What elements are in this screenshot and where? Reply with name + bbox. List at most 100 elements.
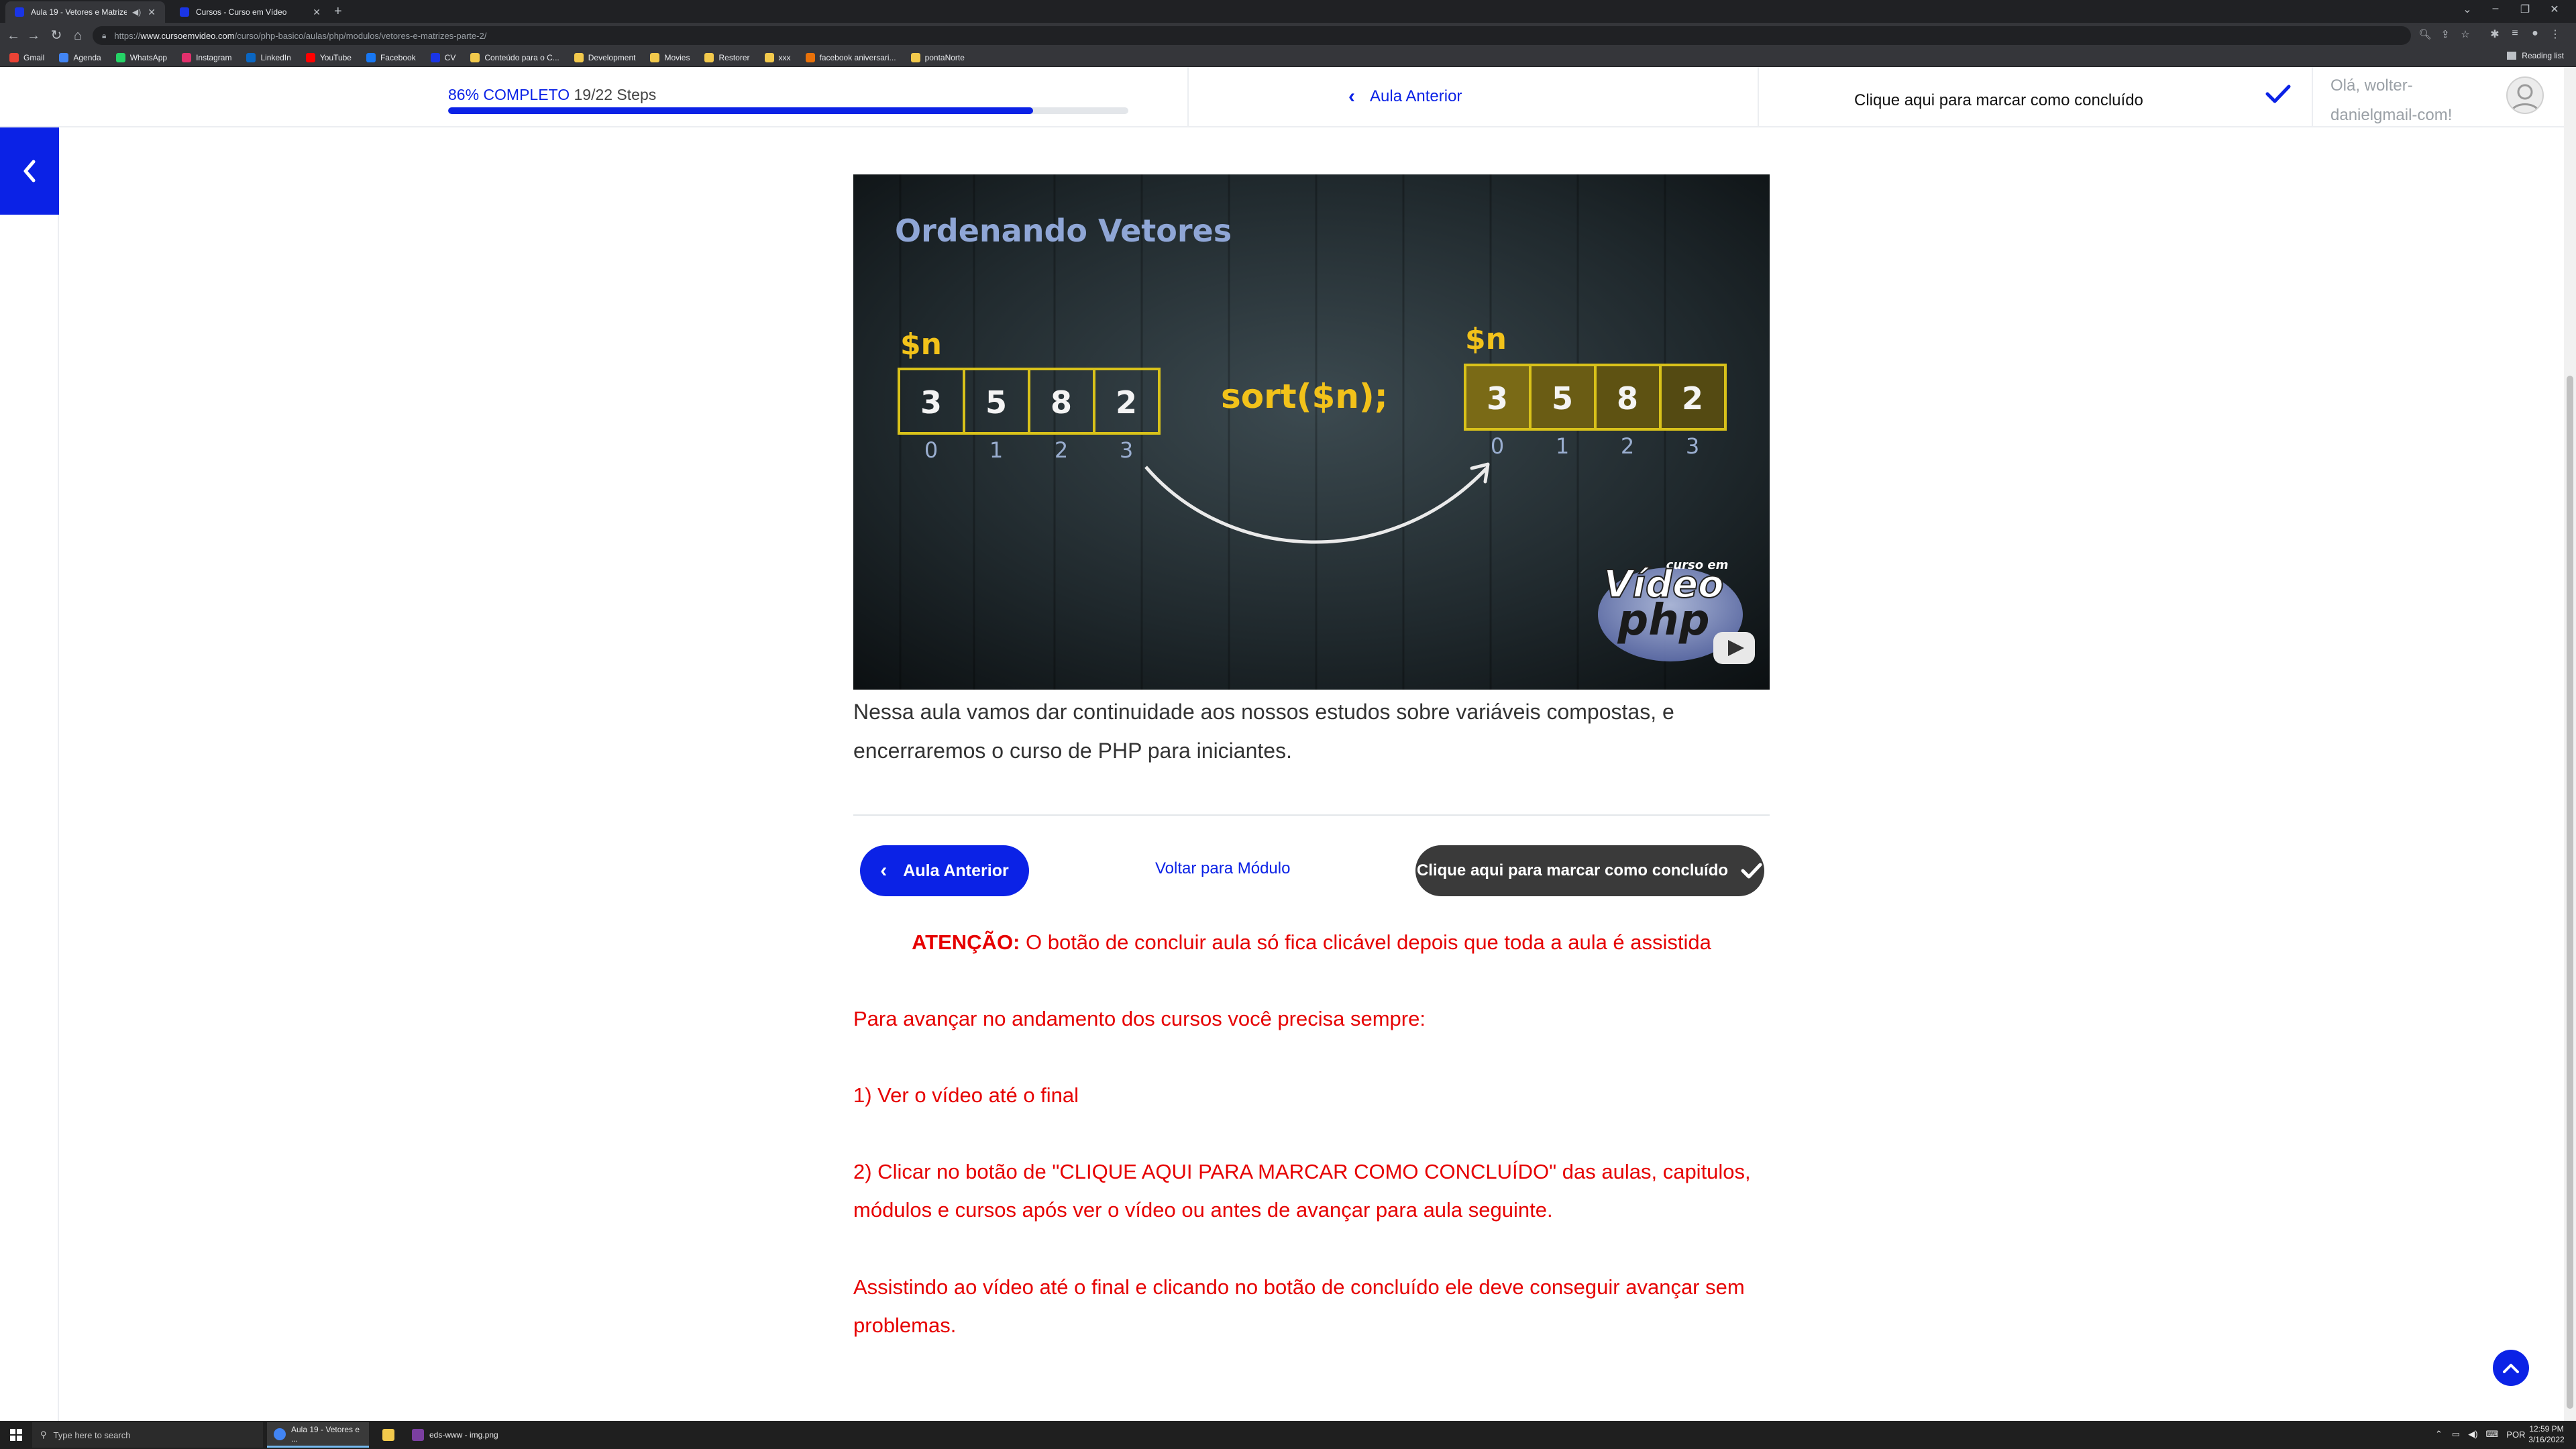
bookmark-item[interactable]: Restorer [704,52,750,62]
bookmark-label: Gmail [23,52,45,62]
bookmark-item[interactable]: Agenda [59,52,101,62]
sidebar-edge [58,127,59,1421]
bookmark-icon [805,52,815,62]
bookmark-label: Facebook [380,52,416,62]
bookmark-item[interactable]: CV [430,52,456,62]
bookmark-label: Movies [664,52,690,62]
user-greeting: Olá, wolter- danielgmail-com! [2330,76,2453,124]
profile-icon[interactable]: ● [2526,28,2544,40]
share-icon[interactable]: ⇪ [2438,28,2453,40]
attention-notice: ATENÇÃO: O botão de concluir aula só fic… [912,930,1711,954]
progress-bar-fill [448,107,1034,114]
bookmark-item[interactable]: Movies [650,52,690,62]
speaker-icon[interactable]: ◀) [132,7,141,17]
video-var-left: $n [900,327,942,362]
video-right-index: 2 [1621,433,1634,459]
sidebar-toggle-button[interactable] [0,127,59,215]
browser-tab[interactable]: Cursos - Curso em Vídeo ✕ [170,1,330,23]
video-var-right: $n [1465,322,1507,356]
chevron-left-icon: ‹ [880,859,888,881]
video-right-value: 2 [1682,380,1703,417]
menu-icon[interactable]: ⋮ [2546,28,2564,41]
video-left-value: 3 [920,384,942,421]
chrome-icon [274,1428,286,1440]
check-icon [1741,863,1762,879]
bookmark-item[interactable]: Conteúdo para o C... [470,52,559,62]
bookmark-label: YouTube [319,52,352,62]
chevron-left-icon: ‹ [1348,85,1355,107]
check-icon[interactable] [2265,83,2292,108]
bookmark-item[interactable]: Facebook [366,52,416,62]
bookmark-label: Restorer [718,52,750,62]
volume-icon[interactable]: ◀) [2468,1429,2477,1440]
bookmark-item[interactable]: facebook aniversari... [805,52,896,62]
progress-percent: 86% COMPLETO [448,86,570,103]
bookmark-item[interactable]: Instagram [182,52,231,62]
bookmark-icon [574,52,584,62]
window-close-button[interactable]: ✕ [2541,3,2568,16]
back-to-top-button[interactable] [2493,1350,2529,1386]
bookmark-item[interactable]: YouTube [305,52,352,62]
extensions-icon[interactable]: ✱ [2486,28,2504,41]
language-indicator[interactable]: POR [2506,1430,2525,1440]
close-tab-icon[interactable]: ✕ [313,7,321,18]
address-bar[interactable]: 🔒︎ https://www.cursoemvideo.com/curso/ph… [93,26,2411,45]
close-tab-icon[interactable]: ✕ [148,7,156,18]
back-icon[interactable]: ← [5,28,21,44]
instruction-step-1: 1) Ver o vídeo até o final [853,1083,1079,1107]
reading-list-button[interactable]: Reading list [2507,51,2564,60]
video-left-value: 5 [985,384,1007,421]
minimize-button[interactable]: – [2482,3,2509,15]
taskbar-app-explorer[interactable] [376,1422,402,1448]
windows-start-button[interactable] [0,1421,32,1449]
bookmark-label: CV [444,52,456,62]
taskbar-search-input[interactable]: ⚲ Type here to search [32,1422,263,1448]
scrollbar-thumb[interactable] [2567,376,2573,1409]
header-previous-lesson-link[interactable]: ‹ Aula Anterior [1348,85,1462,107]
browser-tab-active[interactable]: Aula 19 - Vetores e Matrizes ◀) ✕ [5,1,165,23]
bookmark-item[interactable]: Development [574,52,635,62]
bookmark-item[interactable]: LinkedIn [246,52,291,62]
new-tab-button[interactable]: + [334,4,342,19]
header-divider [2312,67,2313,127]
bookmark-icon [182,52,192,62]
chevron-up-icon [2503,1364,2519,1373]
image-viewer-icon [412,1429,424,1441]
mark-complete-button[interactable]: Clique aqui para marcar como concluído [1415,845,1764,896]
restore-button[interactable]: ❐ [2512,3,2538,16]
network-icon[interactable]: ▭ [2452,1429,2460,1440]
zoom-icon[interactable]: 🔍︎ [2418,28,2432,40]
home-icon[interactable]: ⌂ [70,28,86,44]
header-mark-complete-link[interactable]: Clique aqui para marcar como concluído [1854,91,2143,110]
taskbar-app-image-viewer[interactable]: eds-www - img.png [405,1422,513,1448]
bookmark-item[interactable]: Gmail [9,52,45,62]
keyboard-icon[interactable]: ⌨ [2486,1429,2499,1440]
bookmark-item[interactable]: pontaNorte [910,52,965,62]
previous-lesson-button[interactable]: ‹ Aula Anterior [860,845,1029,896]
lesson-description: Nessa aula vamos dar continuidade aos no… [853,700,1674,763]
instruction-step-2: 2) Clicar no botão de "CLIQUE AQUI PARA … [853,1160,1751,1222]
media-queue-icon[interactable]: ≡ [2506,28,2524,40]
header-divider [1758,67,1759,127]
lesson-video-player[interactable]: Ordenando Vetores $n $n 3 5 8 2 0 1 2 3 … [853,174,1770,690]
bookmark-icon [59,52,69,62]
section-divider [853,814,1770,816]
back-to-module-link[interactable]: Voltar para Módulo [1155,859,1290,878]
taskbar-app-chrome[interactable]: Aula 19 - Vetores e ... [267,1422,369,1448]
chevron-up-icon[interactable]: ⌃ [2435,1429,2443,1440]
video-right-index: 1 [1556,433,1569,459]
bookmark-item[interactable]: xxx [764,52,791,62]
system-tray[interactable]: ⌃ ▭ ◀) ⌨ POR [2435,1429,2525,1440]
bookmark-item[interactable]: WhatsApp [115,52,167,62]
svg-text:php: php [1617,596,1709,645]
taskbar-clock[interactable]: 12:59 PM 3/16/2022 [2526,1424,2567,1445]
bookmark-label: xxx [778,52,791,62]
bookmark-icon [366,52,376,62]
bookmark-star-icon[interactable]: ☆ [2458,28,2473,40]
avatar[interactable] [2506,76,2544,114]
reload-icon[interactable]: ↻ [48,28,64,44]
bookmark-icon [9,52,19,62]
video-left-value: 2 [1116,384,1137,421]
tab-search-icon[interactable]: ⌄ [2454,3,2481,16]
forward-icon[interactable]: → [25,28,42,44]
